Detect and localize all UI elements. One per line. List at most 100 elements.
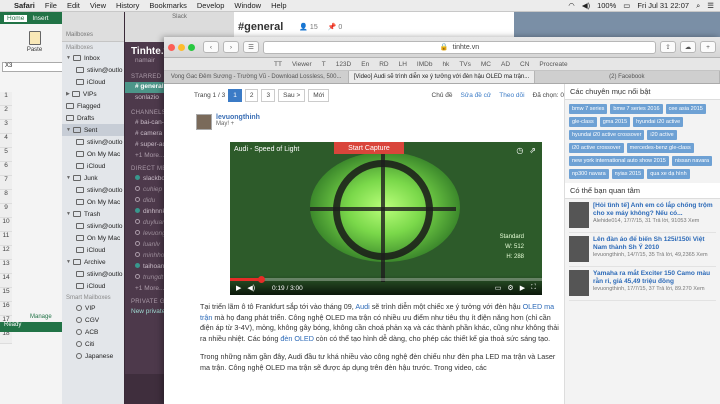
mailbox-item[interactable]: Drafts xyxy=(62,112,127,124)
name-box[interactable]: X3 xyxy=(2,62,67,72)
tag-item[interactable]: hyundai i20 active crossover xyxy=(569,130,645,140)
minimize-window-icon[interactable] xyxy=(178,43,185,51)
article-link[interactable]: Audi xyxy=(355,302,369,311)
related-thumbnail[interactable] xyxy=(569,236,589,262)
tag-item[interactable]: cee asia 2015 xyxy=(665,104,706,114)
follow-link[interactable]: Theo dõi xyxy=(499,92,524,99)
disclosure-triangle-icon[interactable]: ▼ xyxy=(66,55,71,61)
edit-recommend-link[interactable]: Sửa đề cử xyxy=(461,92,492,99)
bookmark-item[interactable]: En xyxy=(361,61,369,68)
disclosure-triangle-icon[interactable]: ▼ xyxy=(66,211,71,217)
tag-item[interactable]: gma 2015 xyxy=(599,117,631,127)
smart-mailbox-item[interactable]: ACB xyxy=(62,326,127,338)
page-2-button[interactable]: 2 xyxy=(244,88,259,102)
start-capture-button[interactable]: Start Capture xyxy=(334,142,404,154)
disclosure-triangle-icon[interactable]: ▼ xyxy=(66,259,71,265)
play-icon[interactable]: ▶ xyxy=(236,284,241,292)
close-window-icon[interactable] xyxy=(168,43,175,51)
tag-item[interactable]: i20 active crossover xyxy=(569,143,624,153)
mailbox-item[interactable]: ▼ Junk xyxy=(62,172,127,184)
mailbox-item[interactable]: On My Mac xyxy=(62,148,127,160)
clock[interactable]: Fri Jul 31 22:07 xyxy=(637,1,689,10)
member-count[interactable]: 👤 15 xyxy=(299,23,317,31)
smart-mailbox-item[interactable]: Japanese xyxy=(62,350,127,362)
paste-button[interactable]: Paste xyxy=(0,24,69,60)
tab-insert[interactable]: Insert xyxy=(32,15,48,22)
bookmark-item[interactable]: T xyxy=(322,61,326,68)
disclosure-triangle-icon[interactable]: ▶ xyxy=(66,91,70,97)
menu-develop[interactable]: Develop xyxy=(197,1,225,10)
wifi-icon[interactable]: ◠ xyxy=(568,1,575,10)
sidebar-button[interactable]: ☰ xyxy=(243,41,259,53)
youtube-icon[interactable]: ▶ xyxy=(520,284,525,292)
mailbox-item[interactable]: stiivn@outlo xyxy=(62,64,127,76)
mailbox-item[interactable]: stiivn@outlo xyxy=(62,220,127,232)
battery-label[interactable]: 100% xyxy=(597,1,616,10)
tag-item[interactable]: gle-class xyxy=(569,117,597,127)
tag-item[interactable]: nyias 2015 xyxy=(611,169,645,179)
tag-item[interactable]: qua xe dạ hình xyxy=(647,169,690,179)
article-link[interactable]: đèn OLED xyxy=(280,334,314,343)
mailbox-item[interactable]: iCloud xyxy=(62,280,127,292)
bookmark-item[interactable]: CN xyxy=(520,61,529,68)
menu-safari[interactable]: Safari xyxy=(14,1,35,10)
mailbox-item[interactable]: iCloud xyxy=(62,244,127,256)
clock-icon[interactable]: ◷ xyxy=(516,146,523,155)
notification-center-icon[interactable]: ☰ xyxy=(707,1,714,10)
captions-icon[interactable]: ▭ xyxy=(495,284,502,292)
tag-item[interactable]: new york international auto show 2015 xyxy=(569,156,669,166)
tag-item[interactable]: nissan navara xyxy=(671,156,713,166)
address-bar[interactable]: 🔒 tinhte.vn xyxy=(263,40,656,54)
tab-facebook[interactable]: (2) Facebook xyxy=(535,71,720,83)
menu-help[interactable]: Help xyxy=(271,1,286,10)
tag-item[interactable]: bmw 7 series 2016 xyxy=(610,104,663,114)
related-title-link[interactable]: Lên đàn áo để biến Sh 125i/150i Việt Nam… xyxy=(593,236,716,252)
battery-icon[interactable]: ▭ xyxy=(623,1,630,10)
mailbox-item[interactable]: iCloud xyxy=(62,76,127,88)
related-title-link[interactable]: [Hỏi tình tế] Anh em có lắp chống trộm c… xyxy=(593,202,716,218)
share-icon[interactable]: ⇗ xyxy=(529,146,536,155)
bookmark-item[interactable]: hk xyxy=(442,61,449,68)
mailbox-item[interactable]: iCloud xyxy=(62,160,127,172)
bookmark-item[interactable]: 123D xyxy=(336,61,352,68)
related-item[interactable]: [Hỏi tình tế] Anh em có lắp chống trộm c… xyxy=(569,199,716,233)
fullscreen-icon[interactable]: ⛶ xyxy=(531,284,536,292)
menu-edit[interactable]: Edit xyxy=(67,1,80,10)
disclosure-triangle-icon[interactable]: ▼ xyxy=(66,175,71,181)
smart-mailbox-item[interactable]: CGV xyxy=(62,314,127,326)
settings-icon[interactable]: ⚙ xyxy=(507,284,513,292)
mailbox-item[interactable]: stiivn@outlo xyxy=(62,184,127,196)
related-thumbnail[interactable] xyxy=(569,202,589,228)
tag-item[interactable]: np300 navara xyxy=(569,169,609,179)
mailbox-item[interactable]: ▶ VIPs xyxy=(62,88,127,100)
topic-menu[interactable]: Chủ đề xyxy=(432,92,453,99)
menu-view[interactable]: View xyxy=(90,1,106,10)
smart-mailbox-item[interactable]: VIP xyxy=(62,302,127,314)
mailbox-item[interactable]: ▼ Inbox xyxy=(62,52,127,64)
bookmark-item[interactable]: Procreate xyxy=(539,61,567,68)
bookmark-item[interactable]: TT xyxy=(274,61,282,68)
tag-item[interactable]: hyundai i20 active xyxy=(633,117,684,127)
tag-item[interactable]: i20 active xyxy=(647,130,677,140)
back-button[interactable]: ‹ xyxy=(203,41,219,53)
video-progress-bar[interactable] xyxy=(230,276,542,283)
pin-count[interactable]: 📌 0 xyxy=(328,23,343,31)
author-name[interactable]: levuongthinh xyxy=(216,114,260,121)
mailbox-item[interactable]: ▼ Sent xyxy=(62,124,127,136)
bookmark-item[interactable]: TVs xyxy=(459,61,471,68)
disclosure-triangle-icon[interactable]: ▼ xyxy=(66,127,71,133)
cloud-tabs-icon[interactable]: ☁ xyxy=(680,41,696,53)
page-3-button[interactable]: 3 xyxy=(261,88,276,102)
share-icon[interactable]: ⇪ xyxy=(660,41,676,53)
mailbox-item[interactable]: On My Mac xyxy=(62,196,127,208)
mailbox-item[interactable]: stiivn@outlo xyxy=(62,268,127,280)
menu-bookmarks[interactable]: Bookmarks xyxy=(149,1,187,10)
smart-mailbox-item[interactable]: Citi xyxy=(62,338,127,350)
bookmark-item[interactable]: IMDb xyxy=(417,61,433,68)
tab-vong-gac[interactable]: Vong Gac Đêm Sương - Trường Vũ - Downloa… xyxy=(164,71,350,83)
mailbox-item[interactable]: stiivn@outlo xyxy=(62,136,127,148)
newest-button[interactable]: Mới xyxy=(308,88,330,102)
channel-title[interactable]: #general xyxy=(238,21,283,33)
bookmark-item[interactable]: RD xyxy=(379,61,388,68)
bookmark-item[interactable]: Viewer xyxy=(292,61,312,68)
